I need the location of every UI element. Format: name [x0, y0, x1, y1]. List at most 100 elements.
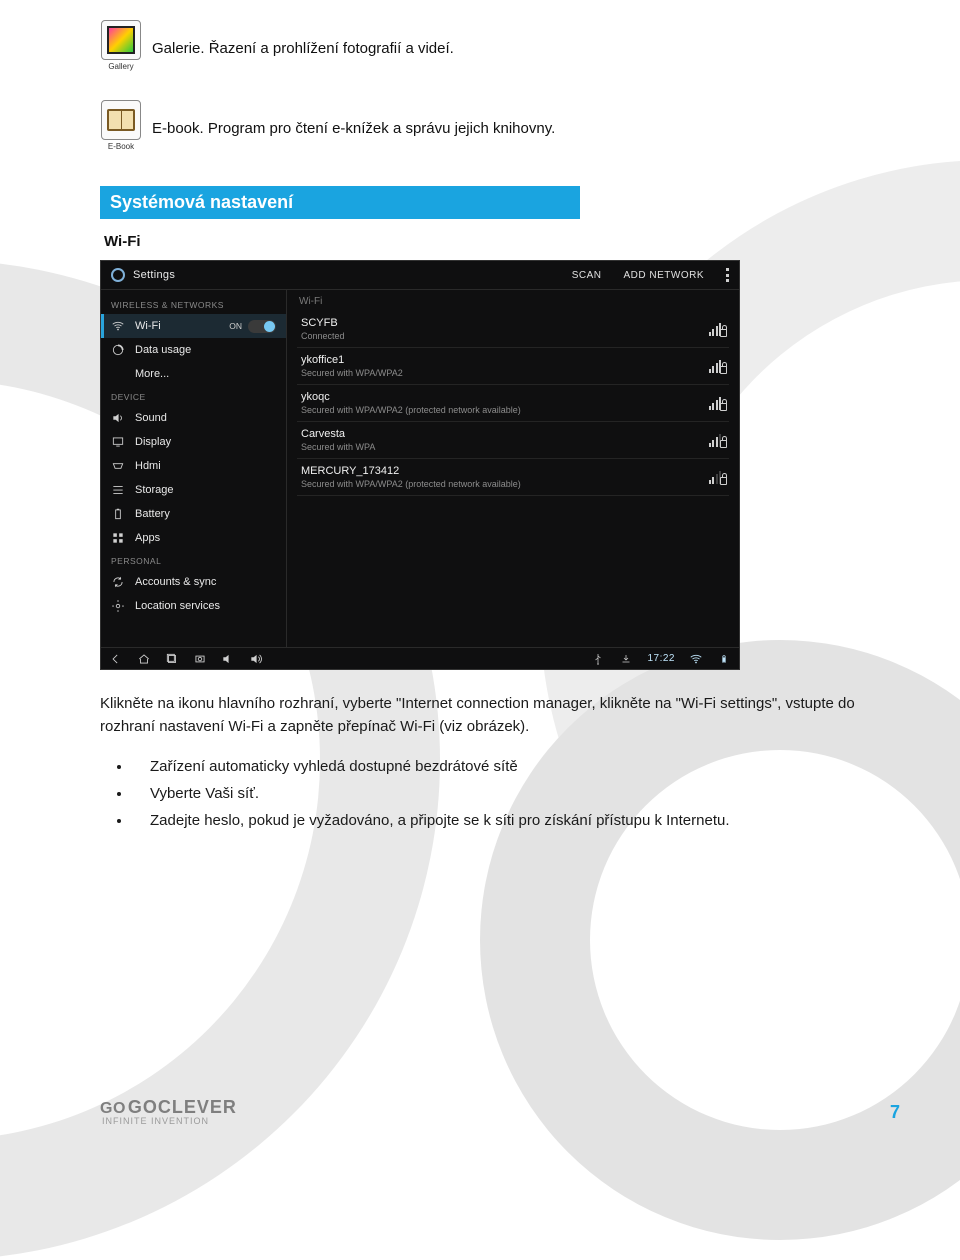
ebook-icon: E-Book: [100, 100, 142, 156]
section-label-device: DEVICE: [101, 386, 286, 406]
network-row[interactable]: ykoqc Secured with WPA/WPA2 (protected ne…: [297, 385, 729, 422]
network-row[interactable]: MERCURY_173412 Secured with WPA/WPA2 (pro…: [297, 459, 729, 496]
list-item: Zařízení automaticky vyhledá dostupné be…: [132, 753, 860, 780]
display-icon: [111, 435, 125, 449]
network-ssid: Carvesta: [301, 428, 705, 440]
network-ssid: ykoqc: [301, 391, 705, 403]
hdmi-icon: [111, 459, 125, 473]
list-item: Zadejte heslo, pokud je vyžadováno, a př…: [132, 807, 860, 834]
ebook-icon-caption: E-Book: [108, 142, 134, 151]
gallery-icon: Gallery: [100, 20, 142, 76]
recent-nav-icon[interactable]: [165, 652, 179, 666]
brand-tagline: INFINITE INVENTION: [102, 1117, 237, 1126]
sidebar-item-label: Accounts & sync: [135, 576, 216, 588]
sidebar-item-storage[interactable]: Storage: [101, 478, 286, 502]
settings-sidebar: WIRELESS & NETWORKS Wi-Fi ON Data usage …: [101, 290, 287, 647]
wifi-toggle-label: ON: [229, 321, 242, 331]
back-nav-icon[interactable]: [109, 652, 123, 666]
network-ssid: SCYFB: [301, 317, 705, 329]
sidebar-item-battery[interactable]: Battery: [101, 502, 286, 526]
sidebar-item-wifi[interactable]: Wi-Fi ON: [101, 314, 286, 338]
wifi-toggle[interactable]: [248, 320, 276, 333]
network-status: Secured with WPA/WPA2 (protected network…: [301, 479, 705, 489]
wifi-signal-icon: [705, 433, 725, 447]
wifi-signal-icon: [705, 396, 725, 410]
sidebar-item-label: Display: [135, 436, 171, 448]
usb-status-icon: [591, 652, 605, 666]
main-panel-title: Wi-Fi: [297, 296, 729, 311]
instruction-paragraph: Klikněte na ikonu hlavního rozhraní, vyb…: [100, 692, 860, 739]
vol-down-icon[interactable]: [221, 652, 235, 666]
lock-icon: [720, 366, 727, 374]
network-ssid: MERCURY_173412: [301, 465, 705, 477]
settings-screenshot: Settings SCAN ADD NETWORK WIRELESS & NET…: [100, 260, 740, 670]
wifi-signal-icon: [705, 359, 725, 373]
gallery-icon-caption: Gallery: [108, 62, 133, 71]
battery-icon: [111, 507, 125, 521]
battery-status-icon: [717, 652, 731, 666]
sidebar-item-label: Location services: [135, 600, 220, 612]
sidebar-item-data-usage[interactable]: Data usage: [101, 338, 286, 362]
sidebar-item-hdmi[interactable]: Hdmi: [101, 454, 286, 478]
overflow-menu-icon[interactable]: [726, 268, 729, 282]
screenshot-system-bar: 17:22: [101, 647, 739, 669]
sidebar-item-location[interactable]: Location services: [101, 594, 286, 618]
lock-icon: [720, 440, 727, 448]
lock-icon: [720, 403, 727, 411]
lock-icon: [720, 477, 727, 485]
wifi-icon: [111, 319, 125, 333]
vol-up-icon[interactable]: [249, 652, 263, 666]
wifi-signal-icon: [705, 322, 725, 336]
sidebar-item-label: Hdmi: [135, 460, 161, 472]
network-row[interactable]: Carvesta Secured with WPA: [297, 422, 729, 459]
sidebar-item-label: Storage: [135, 484, 174, 496]
sidebar-item-label: Sound: [135, 412, 167, 424]
network-row[interactable]: SCYFB Connected: [297, 311, 729, 348]
statusbar-clock: 17:22: [647, 653, 675, 664]
list-item: Vyberte Vaši síť.: [132, 780, 860, 807]
sidebar-item-apps[interactable]: Apps: [101, 526, 286, 550]
brand-go: GO: [100, 1101, 126, 1117]
sidebar-item-label: Apps: [135, 532, 160, 544]
network-status: Connected: [301, 331, 705, 341]
network-row[interactable]: ykoffice1Secured with WPA/WPA2: [297, 348, 729, 385]
screenshot-title: Settings: [133, 269, 175, 281]
home-nav-icon[interactable]: [137, 652, 151, 666]
add-network-action[interactable]: ADD NETWORK: [624, 270, 705, 281]
network-status: Secured with WPA: [301, 442, 705, 452]
page-number: 7: [890, 1102, 900, 1123]
section-subheading: Wi-Fi: [104, 233, 890, 250]
instruction-list: Zařízení automaticky vyhledá dostupné be…: [100, 753, 860, 834]
sidebar-item-label: Battery: [135, 508, 170, 520]
ebook-description: E-book. Program pro čtení e-knížek a spr…: [152, 120, 555, 137]
app-entry-ebook: E-Book E-book. Program pro čtení e-kníže…: [100, 100, 890, 156]
sidebar-item-more[interactable]: More...: [101, 362, 286, 386]
wifi-status-icon: [689, 652, 703, 666]
sidebar-item-display[interactable]: Display: [101, 430, 286, 454]
network-status: Secured with WPA/WPA2: [301, 368, 705, 378]
screenshot-nav-icon[interactable]: [193, 652, 207, 666]
storage-icon: [111, 483, 125, 497]
apps-icon: [111, 531, 125, 545]
brand-logo: GO GOCLEVER INFINITE INVENTION: [100, 1098, 237, 1126]
gallery-description: Galerie. Řazení a prohlížení fotografií …: [152, 40, 454, 57]
sound-icon: [111, 411, 125, 425]
sidebar-item-sound[interactable]: Sound: [101, 406, 286, 430]
lock-icon: [720, 329, 727, 337]
network-status: Secured with WPA/WPA2 (protected network…: [301, 405, 705, 415]
page-footer: GO GOCLEVER INFINITE INVENTION 7: [0, 1098, 960, 1126]
scan-action[interactable]: SCAN: [572, 270, 602, 281]
section-label-personal: PERSONAL: [101, 550, 286, 570]
sidebar-item-label: More...: [135, 368, 169, 380]
sidebar-item-label: Data usage: [135, 344, 191, 356]
section-label-wireless: WIRELESS & NETWORKS: [101, 294, 286, 314]
location-icon: [111, 599, 125, 613]
sidebar-item-accounts[interactable]: Accounts & sync: [101, 570, 286, 594]
sidebar-item-label: Wi-Fi: [135, 320, 161, 332]
brand-name: GOCLEVER: [128, 1098, 237, 1116]
screenshot-topbar: Settings SCAN ADD NETWORK: [101, 261, 739, 289]
wifi-signal-icon: [705, 470, 725, 484]
settings-gear-icon: [111, 268, 125, 282]
data-usage-icon: [111, 343, 125, 357]
settings-main-panel: Wi-Fi SCYFB Connected ykoffice1Secured wi…: [287, 290, 739, 647]
